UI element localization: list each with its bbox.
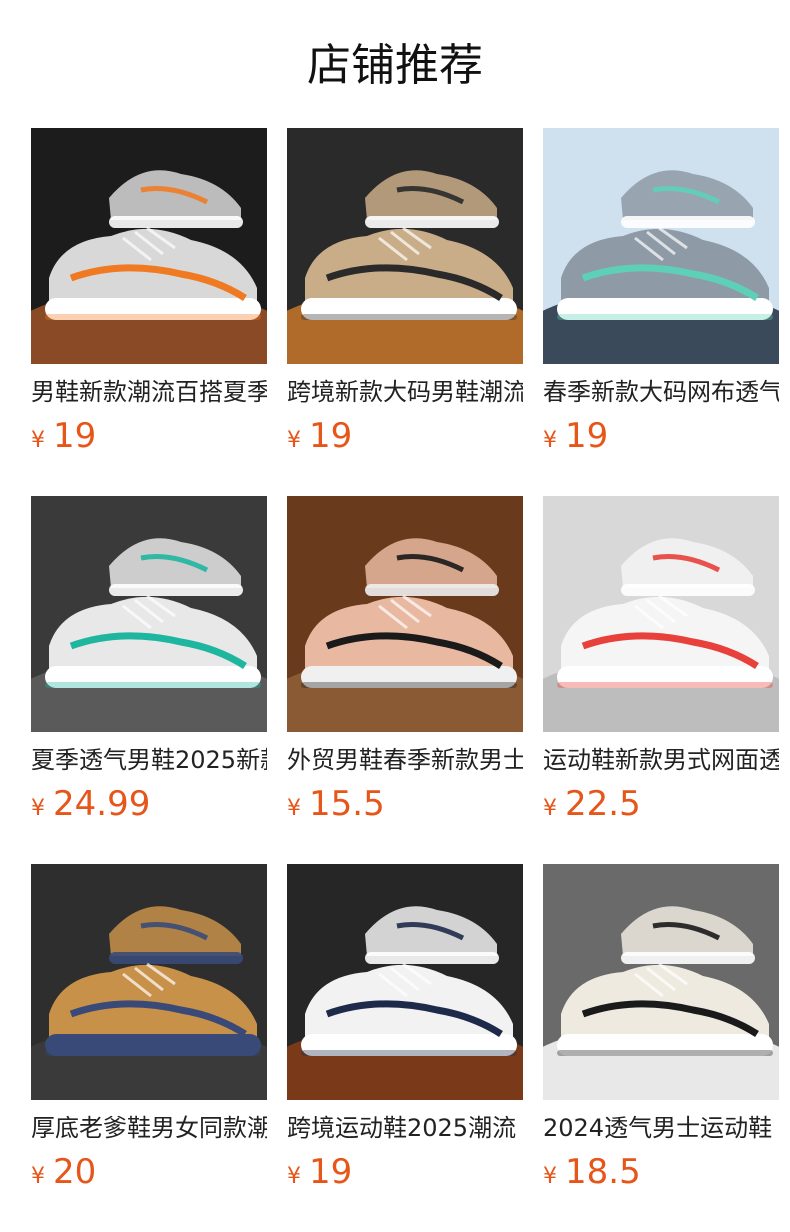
- product-price: ¥24.99: [31, 784, 150, 824]
- product-image[interactable]: [31, 496, 267, 732]
- shoe-thumbnail-white-navy: [287, 864, 523, 1100]
- product-image[interactable]: [287, 864, 523, 1100]
- currency-symbol: ¥: [543, 428, 557, 453]
- product-name[interactable]: 夏季透气男鞋2025新款: [31, 744, 267, 776]
- product-name[interactable]: 2024透气男士运动鞋: [543, 1112, 779, 1144]
- product-image[interactable]: [543, 864, 779, 1100]
- price-value: 19: [53, 416, 97, 456]
- currency-symbol: ¥: [287, 796, 301, 821]
- product-image[interactable]: [543, 128, 779, 364]
- shoe-thumbnail-tan-navy: [31, 864, 267, 1100]
- product-price: ¥22.5: [543, 784, 641, 824]
- product-name[interactable]: 跨境运动鞋2025潮流: [287, 1112, 523, 1144]
- product-price: ¥19: [31, 416, 96, 456]
- currency-symbol: ¥: [31, 1164, 45, 1189]
- product-card[interactable]: 厚底老爹鞋男女同款潮 ¥20: [31, 864, 267, 1204]
- product-price: ¥15.5: [287, 784, 385, 824]
- shoe-thumbnail-khaki: [287, 128, 523, 364]
- product-image[interactable]: [31, 864, 267, 1100]
- product-price: ¥19: [287, 1152, 352, 1192]
- product-card[interactable]: 跨境运动鞋2025潮流 ¥19: [287, 864, 523, 1204]
- shoe-thumbnail-grey-teal: [543, 128, 779, 364]
- product-image[interactable]: [543, 496, 779, 732]
- currency-symbol: ¥: [287, 1164, 301, 1189]
- product-name[interactable]: 跨境新款大码男鞋潮流: [287, 376, 523, 408]
- product-name[interactable]: 春季新款大码网布透气: [543, 376, 779, 408]
- product-name[interactable]: 外贸男鞋春季新款男士: [287, 744, 523, 776]
- price-value: 20: [53, 1152, 97, 1192]
- shoe-thumbnail-white-red: [543, 496, 779, 732]
- currency-symbol: ¥: [543, 796, 557, 821]
- product-price: ¥19: [287, 416, 352, 456]
- price-value: 19: [309, 1152, 353, 1192]
- price-value: 19: [309, 416, 353, 456]
- product-price: ¥18.5: [543, 1152, 641, 1192]
- price-value: 24.99: [53, 784, 151, 824]
- product-image[interactable]: [31, 128, 267, 364]
- currency-symbol: ¥: [31, 796, 45, 821]
- shoe-thumbnail-cream: [543, 864, 779, 1100]
- product-image[interactable]: [287, 496, 523, 732]
- product-card[interactable]: 夏季透气男鞋2025新款 ¥24.99: [31, 496, 267, 836]
- price-value: 15.5: [309, 784, 385, 824]
- product-name[interactable]: 男鞋新款潮流百搭夏季: [31, 376, 267, 408]
- product-name[interactable]: 厚底老爹鞋男女同款潮: [31, 1112, 267, 1144]
- price-value: 19: [565, 416, 609, 456]
- price-value: 18.5: [565, 1152, 641, 1192]
- page-title: 店铺推荐: [307, 40, 483, 91]
- product-card[interactable]: 运动鞋新款男式网面透气 ¥22.5: [543, 496, 779, 836]
- product-card[interactable]: 男鞋新款潮流百搭夏季 ¥19: [31, 128, 267, 468]
- product-price: ¥20: [31, 1152, 96, 1192]
- product-card[interactable]: 跨境新款大码男鞋潮流 ¥19: [287, 128, 523, 468]
- product-image[interactable]: [287, 128, 523, 364]
- shoe-thumbnail-white-teal: [31, 496, 267, 732]
- product-price: ¥19: [543, 416, 608, 456]
- product-name[interactable]: 运动鞋新款男式网面透气: [543, 744, 779, 776]
- currency-symbol: ¥: [287, 428, 301, 453]
- shoe-thumbnail-grey-orange: [31, 128, 267, 364]
- price-value: 22.5: [565, 784, 641, 824]
- shoe-thumbnail-pink-black: [287, 496, 523, 732]
- currency-symbol: ¥: [31, 428, 45, 453]
- product-card[interactable]: 春季新款大码网布透气 ¥19: [543, 128, 779, 468]
- product-card[interactable]: 外贸男鞋春季新款男士 ¥15.5: [287, 496, 523, 836]
- currency-symbol: ¥: [543, 1164, 557, 1189]
- product-card[interactable]: 2024透气男士运动鞋 ¥18.5: [543, 864, 779, 1204]
